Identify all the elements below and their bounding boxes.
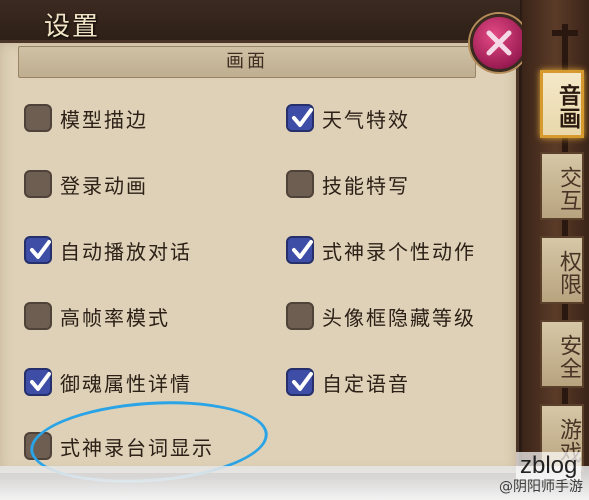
option-item[interactable]: 技能特写 bbox=[286, 166, 410, 202]
option-checkbox[interactable] bbox=[286, 170, 314, 198]
option-label: 御魂属性详情 bbox=[60, 371, 192, 396]
option-label: 自定语音 bbox=[322, 371, 410, 396]
close-x-icon bbox=[486, 30, 512, 56]
option-item[interactable]: 登录动画 bbox=[24, 166, 148, 202]
option-checkbox[interactable] bbox=[286, 104, 314, 132]
option-item[interactable]: 自动播放对话 bbox=[24, 232, 192, 268]
option-label: 模型描边 bbox=[60, 107, 148, 132]
side-tab[interactable]: 安全 bbox=[540, 320, 584, 388]
option-item[interactable]: 头像框隐藏等级 bbox=[286, 298, 476, 334]
side-tab[interactable]: 音画 bbox=[540, 70, 584, 138]
weibo-watermark: @阴阳师手游 bbox=[499, 479, 583, 495]
option-label: 式神录个性动作 bbox=[322, 239, 476, 264]
section-header-graphics: 画面 bbox=[18, 46, 476, 78]
option-checkbox[interactable] bbox=[24, 170, 52, 198]
option-checkbox[interactable] bbox=[24, 104, 52, 132]
side-tab[interactable]: 交互 bbox=[540, 152, 584, 220]
option-item[interactable]: 高帧率模式 bbox=[24, 298, 170, 334]
rail-cap bbox=[552, 30, 578, 36]
option-checkbox[interactable] bbox=[24, 368, 52, 396]
option-item[interactable]: 自定语音 bbox=[286, 364, 410, 400]
option-checkbox[interactable] bbox=[24, 236, 52, 264]
option-item[interactable]: 式神录个性动作 bbox=[286, 232, 476, 268]
option-label: 高帧率模式 bbox=[60, 305, 170, 330]
option-label: 自动播放对话 bbox=[60, 239, 192, 264]
option-checkbox[interactable] bbox=[286, 368, 314, 396]
option-checkbox[interactable] bbox=[286, 236, 314, 264]
option-item[interactable]: 天气特效 bbox=[286, 100, 410, 136]
side-tab[interactable]: 权限 bbox=[540, 236, 584, 304]
option-item[interactable]: 模型描边 bbox=[24, 100, 148, 136]
option-label: 天气特效 bbox=[322, 107, 410, 132]
page-title: 设置 bbox=[44, 12, 101, 42]
option-item[interactable]: 御魂属性详情 bbox=[24, 364, 192, 400]
option-label: 头像框隐藏等级 bbox=[322, 305, 476, 330]
option-checkbox[interactable] bbox=[24, 302, 52, 330]
option-label: 技能特写 bbox=[322, 173, 410, 198]
option-label: 登录动画 bbox=[60, 173, 148, 198]
close-button[interactable] bbox=[470, 14, 528, 72]
option-checkbox[interactable] bbox=[286, 302, 314, 330]
